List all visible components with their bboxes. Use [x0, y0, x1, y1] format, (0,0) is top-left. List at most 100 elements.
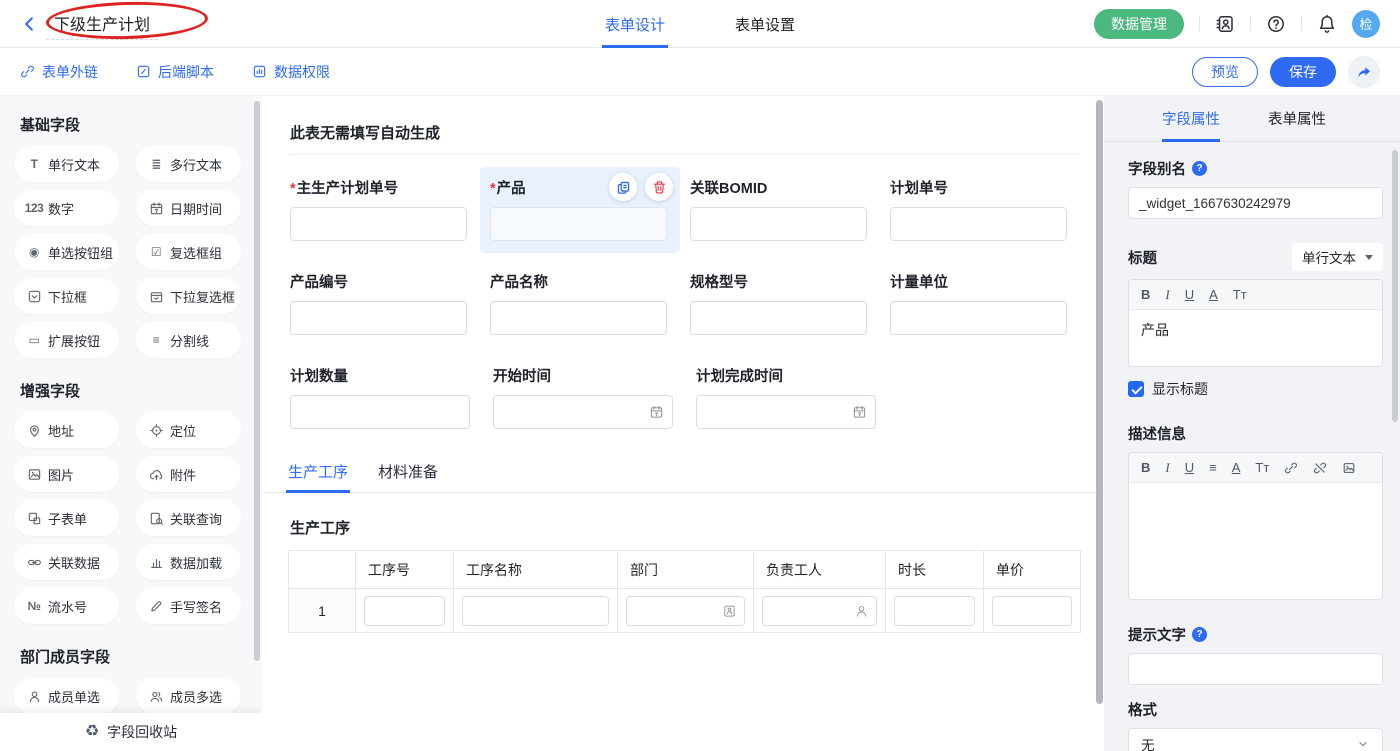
field-item-member-multi[interactable]: 成员多选 [136, 678, 241, 714]
field-input[interactable] [290, 207, 467, 241]
field-item-location[interactable]: 定位 [136, 412, 241, 448]
description-editor-content[interactable] [1129, 483, 1382, 599]
field-item-member-single[interactable]: 成员单选 [14, 678, 119, 714]
help-button[interactable] [1266, 14, 1286, 34]
field-input[interactable] [493, 395, 673, 429]
hint-input[interactable] [1128, 653, 1383, 685]
canvas-field[interactable]: 计划数量 [280, 355, 483, 441]
properties-tab-form-properties[interactable]: 表单属性 [1268, 108, 1326, 141]
field-item-multi-select[interactable]: 下拉复选框 [136, 278, 241, 314]
field-input[interactable] [290, 301, 467, 335]
share-button[interactable] [1348, 56, 1380, 88]
help-icon[interactable]: ? [1192, 161, 1207, 176]
field-item-multi-line-text[interactable]: ≣多行文本 [136, 146, 241, 182]
subtable-input[interactable] [894, 596, 975, 626]
avatar[interactable]: 检 [1352, 10, 1380, 38]
toolbar-link-backend-script[interactable]: 后端脚本 [136, 62, 214, 82]
field-item-divider[interactable]: ≡分割线 [136, 322, 241, 358]
header-tab-form-settings[interactable]: 表单设置 [735, 0, 795, 48]
toolbar-link-label: 数据权限 [274, 62, 330, 82]
field-item-linked-data[interactable]: 关联数据 [14, 544, 119, 580]
canvas-field[interactable]: 计量单位 [880, 261, 1080, 347]
canvas-field[interactable]: 产品名称 [480, 261, 680, 347]
back-button[interactable] [20, 15, 38, 33]
field-item-signature[interactable]: 手写签名 [136, 588, 241, 624]
toolbar-unlink-button[interactable] [1313, 461, 1327, 475]
canvas-scrollbar[interactable] [1096, 100, 1103, 704]
format-select[interactable]: 无 [1128, 728, 1383, 751]
field-input[interactable] [690, 207, 867, 241]
toolbar-bold-button[interactable]: B [1141, 460, 1150, 475]
contacts-button[interactable] [1215, 14, 1235, 34]
canvas-field[interactable]: 计划单号 [880, 167, 1080, 253]
copy-button[interactable] [609, 173, 637, 201]
field-recycle-bin[interactable]: ♻ 字段回收站 [0, 713, 262, 751]
help-icon[interactable]: ? [1192, 627, 1207, 642]
field-input[interactable] [490, 301, 667, 335]
field-item-subform[interactable]: 子表单 [14, 500, 119, 536]
field-item-address[interactable]: 地址 [14, 412, 119, 448]
toolbar-underline-button[interactable]: U [1185, 460, 1194, 475]
toolbar-underline-button[interactable]: U [1185, 287, 1194, 302]
field-item-linked-query[interactable]: 关联查询 [136, 500, 241, 536]
field-item-serial-number[interactable]: №流水号 [14, 588, 119, 624]
page-title[interactable]: 下级生产计划 [46, 8, 158, 40]
canvas-field[interactable]: 计划完成时间 [686, 355, 889, 441]
toolbar-font-size-button[interactable]: Tт [1255, 460, 1269, 475]
canvas-tab-material-preparation[interactable]: 材料准备 [378, 461, 438, 492]
field-type-select[interactable]: 单行文本 [1292, 243, 1383, 271]
field-alias-input[interactable] [1128, 187, 1383, 219]
canvas-field[interactable]: 产品编号 [280, 261, 480, 347]
field-item-attachment[interactable]: 附件 [136, 456, 241, 492]
toolbar-italic-button[interactable]: I [1165, 287, 1169, 303]
subtable-input[interactable] [462, 596, 609, 626]
toolbar-font-color-button[interactable]: A [1232, 460, 1241, 475]
title-toolbar: BI UA Tт [1129, 280, 1382, 310]
field-item-image[interactable]: 图片 [14, 456, 119, 492]
toolbar-link-data-permission[interactable]: 数据权限 [252, 62, 330, 82]
field-item-calendar[interactable]: 日期时间 [136, 190, 241, 226]
field-item-radio[interactable]: ◉单选按钮组 [14, 234, 119, 270]
show-title-checkbox[interactable] [1128, 381, 1144, 397]
field-input[interactable] [890, 207, 1067, 241]
toolbar-align-button[interactable]: ≡ [1209, 460, 1217, 475]
properties-tab-field-properties[interactable]: 字段属性 [1162, 108, 1220, 141]
toolbar-italic-button[interactable]: I [1165, 460, 1169, 476]
save-button[interactable]: 保存 [1270, 57, 1336, 87]
canvas-tab-production-process[interactable]: 生产工序 [288, 461, 348, 492]
header-tab-form-design[interactable]: 表单设计 [605, 0, 665, 48]
canvas-field[interactable]: *产品 [480, 167, 680, 253]
field-item-label: 手写签名 [170, 597, 222, 616]
field-input[interactable] [490, 207, 667, 241]
field-item-extend-button[interactable]: ▭扩展按钮 [14, 322, 119, 358]
field-input[interactable] [690, 301, 867, 335]
subtable-input[interactable] [992, 596, 1072, 626]
data-manage-button[interactable]: 数据管理 [1094, 9, 1184, 39]
toolbar-font-size-button[interactable]: Tт [1233, 287, 1247, 302]
toolbar-link-label: 后端脚本 [158, 62, 214, 82]
preview-button[interactable]: 预览 [1192, 57, 1258, 87]
toolbar-image-button[interactable] [1342, 461, 1356, 475]
canvas-field[interactable]: 关联BOMID [680, 167, 880, 253]
properties-scrollbar[interactable] [1392, 150, 1398, 422]
title-editor-content[interactable]: 产品 [1129, 310, 1382, 366]
toolbar-bold-button[interactable]: B [1141, 287, 1150, 302]
canvas-field[interactable]: *主生产计划单号 [280, 167, 480, 253]
field-input[interactable] [290, 395, 470, 429]
canvas-field[interactable]: 规格型号 [680, 261, 880, 347]
toolbar-link-form-external-link[interactable]: 表单外链 [20, 62, 98, 82]
toolbar-link-button[interactable] [1284, 461, 1298, 475]
field-item-number[interactable]: 123数字 [14, 190, 119, 226]
sidebar-scrollbar[interactable] [254, 101, 260, 661]
delete-button[interactable] [645, 173, 673, 201]
field-item-single-line-text[interactable]: T单行文本 [14, 146, 119, 182]
canvas-field[interactable]: 开始时间 [483, 355, 686, 441]
toolbar-font-color-button[interactable]: A [1209, 287, 1218, 302]
field-input[interactable] [890, 301, 1067, 335]
field-item-data-load[interactable]: 数据加载 [136, 544, 241, 580]
field-item-select[interactable]: 下拉框 [14, 278, 119, 314]
field-item-checkbox[interactable]: ☑复选框组 [136, 234, 241, 270]
field-input[interactable] [696, 395, 876, 429]
notification-button[interactable] [1317, 14, 1337, 34]
subtable-input[interactable] [364, 596, 445, 626]
